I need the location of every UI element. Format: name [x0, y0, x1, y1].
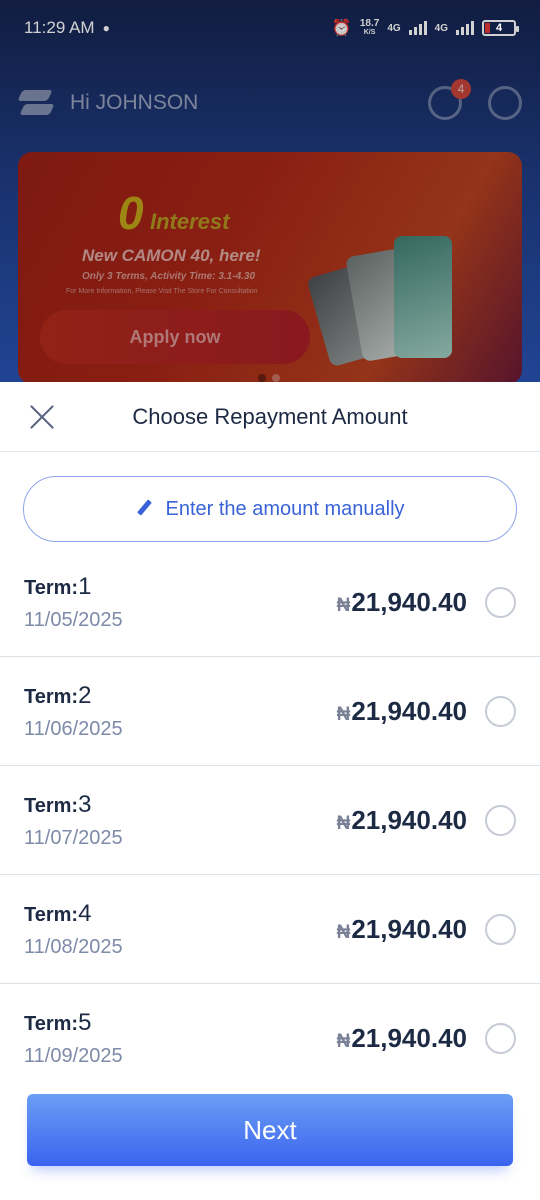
term-amount: ₦21,940.40	[337, 805, 467, 836]
term-label: Term:2	[24, 682, 123, 710]
term-label: Term:5	[24, 1009, 123, 1037]
term-label: Term:1	[24, 573, 123, 601]
term-amount-group: ₦21,940.40	[337, 804, 516, 836]
currency-symbol: ₦	[336, 703, 351, 725]
currency-symbol: ₦	[336, 1031, 351, 1052]
repayment-sheet: Choose Repayment Amount Enter the amount…	[0, 382, 540, 1200]
term-number: 3	[78, 790, 92, 818]
term-number: 4	[78, 899, 92, 927]
enter-amount-manually-label: Enter the amount manually	[165, 497, 405, 520]
term-amount: ₦21,940.40	[337, 587, 467, 618]
sheet-header: Choose Repayment Amount	[0, 382, 540, 452]
term-date: 11/08/2025	[24, 935, 123, 958]
term-info: Term:5 11/09/2025	[24, 1009, 123, 1068]
term-prefix: Term:	[24, 576, 79, 599]
term-amount-value: 21,940.40	[351, 913, 467, 944]
term-amount: ₦21,940.40	[337, 696, 467, 727]
term-prefix: Term:	[24, 903, 79, 926]
term-amount-group: ₦21,940.40	[337, 586, 516, 618]
enter-amount-manually-button[interactable]: Enter the amount manually	[23, 476, 517, 542]
term-date: 11/06/2025	[24, 717, 123, 740]
term-radio[interactable]	[485, 1023, 516, 1054]
term-label: Term:3	[24, 791, 123, 819]
term-row[interactable]: Term:4 11/08/2025 ₦21,940.40	[0, 875, 540, 984]
term-radio[interactable]	[485, 695, 516, 727]
term-date: 11/09/2025	[24, 1045, 123, 1067]
close-icon[interactable]	[24, 399, 60, 435]
term-amount-value: 21,940.40	[351, 804, 467, 835]
dim-overlay	[0, 0, 540, 400]
currency-symbol: ₦	[336, 594, 351, 616]
sheet-title: Choose Repayment Amount	[132, 403, 408, 429]
term-info: Term:1 11/05/2025	[24, 573, 123, 632]
term-prefix: Term:	[24, 685, 79, 708]
term-amount-value: 21,940.40	[351, 695, 467, 726]
term-prefix: Term:	[24, 794, 79, 817]
term-info: Term:2 11/06/2025	[24, 682, 123, 741]
term-row[interactable]: Term:3 11/07/2025 ₦21,940.40	[0, 766, 540, 875]
pencil-icon	[135, 500, 153, 518]
term-radio[interactable]	[485, 913, 516, 945]
term-radio[interactable]	[485, 586, 516, 618]
term-row[interactable]: Term:2 11/06/2025 ₦21,940.40	[0, 657, 540, 766]
term-amount-group: ₦21,940.40	[337, 913, 516, 945]
term-date: 11/07/2025	[24, 826, 123, 849]
currency-symbol: ₦	[336, 812, 351, 834]
term-info: Term:4 11/08/2025	[24, 900, 123, 959]
term-number: 2	[78, 681, 92, 709]
term-amount-value: 21,940.40	[351, 586, 467, 617]
term-prefix: Term:	[24, 1013, 79, 1035]
term-amount-group: ₦21,940.40	[337, 1023, 516, 1054]
currency-symbol: ₦	[336, 921, 351, 943]
term-list: Term:1 11/05/2025 ₦21,940.40 Term:2 11/0…	[0, 548, 540, 1093]
term-amount-group: ₦21,940.40	[337, 695, 516, 727]
term-row[interactable]: Term:5 11/09/2025 ₦21,940.40	[0, 984, 540, 1093]
term-number: 5	[78, 1009, 92, 1036]
term-label: Term:4	[24, 900, 123, 928]
term-radio[interactable]	[485, 804, 516, 836]
term-amount-value: 21,940.40	[351, 1023, 467, 1053]
term-amount: ₦21,940.40	[337, 1023, 467, 1054]
term-info: Term:3 11/07/2025	[24, 791, 123, 850]
term-row[interactable]: Term:1 11/05/2025 ₦21,940.40	[0, 548, 540, 657]
term-date: 11/05/2025	[24, 608, 123, 631]
background-app: 11:29 AM ● ⏰ 18.7 K/S 4G 4G 4 Hi JOHNSON…	[0, 0, 540, 400]
term-number: 1	[78, 572, 92, 600]
battery-level: 4	[495, 22, 503, 34]
next-button[interactable]: Next	[27, 1094, 513, 1166]
term-amount: ₦21,940.40	[337, 914, 467, 945]
